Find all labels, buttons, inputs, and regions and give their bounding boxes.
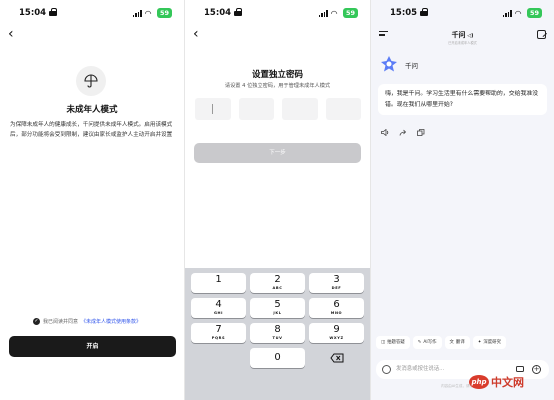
key-6[interactable]: 6 MNO: [309, 298, 364, 318]
lock-icon: [420, 7, 429, 16]
assistant-message: 嗨，我是千问。学习生活里有什么需要帮助的，交给我准没错。现在我们从哪里开始?: [378, 84, 547, 115]
key-blank: [191, 348, 246, 368]
assistant-name: 千问: [405, 62, 418, 70]
minor-mode-intro-screen: 15:04 ◠ 59 ‹ 未成年人模式 为保障未成年人的健康成长，千问提供未成年…: [0, 0, 184, 400]
next-step-button[interactable]: 下一步: [194, 143, 361, 163]
message-actions: [381, 121, 425, 140]
assistant-avatar: [380, 55, 398, 73]
page-subtitle: 请设置 4 位独立密码，用于管理未成年人模式: [224, 83, 331, 89]
share-icon[interactable]: [399, 121, 407, 140]
key-2[interactable]: 2 ABC: [250, 273, 305, 293]
speaker-icon[interactable]: [381, 121, 389, 140]
camera-icon: ◫: [381, 340, 386, 345]
chip-photo-qa[interactable]: ◫ 拍题答疑: [376, 336, 410, 349]
camera-icon[interactable]: [516, 366, 524, 372]
enable-button[interactable]: 开启: [9, 336, 176, 357]
pin-digit-4[interactable]: [325, 98, 361, 120]
wifi-icon: ◠: [514, 8, 522, 18]
pin-digit-1[interactable]: [195, 98, 231, 120]
copy-icon[interactable]: [417, 121, 425, 140]
chat-screen: 15:05 ◠ 59 千问 ◁) 已开启未成年人模式 千问 嗨，我是千问。学习生…: [371, 0, 554, 400]
key-8[interactable]: 8 TUV: [250, 323, 305, 343]
status-time: 15:05: [390, 8, 418, 18]
pin-input-group[interactable]: [195, 98, 361, 120]
backspace-icon[interactable]: [309, 348, 364, 368]
checkbox-checked-icon[interactable]: ✓: [33, 318, 40, 325]
lock-icon: [234, 7, 243, 16]
terms-link[interactable]: 《未成年人模式使用条款》: [81, 318, 141, 325]
chat-title: 千问 ◁): [451, 31, 474, 39]
back-button[interactable]: ‹: [8, 27, 14, 41]
status-bar: 15:04 ◠ 59: [0, 6, 184, 20]
ai-disclaimer: 内容由AI生成，请仔细甄别: [440, 384, 485, 388]
battery-indicator: 59: [526, 8, 542, 18]
chat-subtitle: 已开启未成年人模式: [448, 41, 477, 45]
pin-digit-3[interactable]: [282, 98, 318, 120]
status-time: 15:04: [19, 8, 47, 18]
description-text: 为保障未成年人的健康成长，千问提供未成年人模式。启用该模式后，部分功能将会受到限…: [10, 122, 173, 138]
agreement-row[interactable]: ✓ 我已阅读并同意 《未成年人模式使用条款》: [33, 318, 141, 325]
key-1[interactable]: 1: [191, 273, 246, 293]
wifi-icon: ◠: [330, 8, 338, 18]
key-4[interactable]: 4 GHI: [191, 298, 246, 318]
lock-icon: [49, 7, 58, 16]
speaker-icon[interactable]: ◁): [466, 33, 473, 39]
pen-icon: ✎: [417, 340, 422, 345]
status-bar: 15:04 ◠ 59: [185, 6, 370, 20]
key-3[interactable]: 3 DEF: [309, 273, 364, 293]
page-title: 设置独立密码: [251, 70, 303, 80]
chip-translate[interactable]: 文翻译: [444, 336, 470, 349]
status-bar: 15:05 ◠ 59: [371, 6, 554, 20]
watermark: php 中文网: [469, 374, 524, 390]
input-placeholder: 发消息或按住说话...: [396, 366, 445, 372]
page-title: 未成年人模式: [66, 105, 118, 115]
signal-icon: [502, 9, 512, 17]
agreement-prefix: 我已阅读并同意: [43, 319, 79, 325]
key-0[interactable]: 0: [250, 348, 305, 368]
plus-icon[interactable]: +: [532, 365, 541, 374]
numeric-keypad: 1 2 ABC 3 DEF 4 GHI 5 JKL 6 MNO 7 PQRS 8 TUV 9W…: [185, 268, 370, 400]
pin-digit-2[interactable]: [238, 98, 274, 120]
back-button[interactable]: ‹: [193, 27, 199, 41]
watermark-text: 中文网: [491, 376, 524, 389]
set-password-screen: 15:04 ◠ 59 ‹ 设置独立密码 请设置 4 位独立密码，用于管理未成年人…: [185, 0, 370, 400]
quick-actions: ◫ 拍题答疑 ✎ AI写作 文翻译 ✦ 深度研究: [376, 336, 506, 349]
key-7[interactable]: 7 PQRS: [191, 323, 246, 343]
signal-icon: [132, 9, 142, 17]
key-9[interactable]: 9 WXYZ: [309, 323, 364, 343]
new-chat-icon[interactable]: [537, 30, 546, 39]
voice-icon[interactable]: [382, 365, 391, 374]
watermark-logo: php: [469, 375, 489, 389]
translate-icon: 文: [449, 340, 454, 345]
battery-indicator: 59: [156, 8, 172, 18]
wifi-icon: ◠: [144, 8, 152, 18]
spark-icon: ✦: [477, 340, 482, 345]
chip-ai-writing[interactable]: ✎ AI写作: [412, 336, 442, 349]
signal-icon: [318, 9, 328, 17]
status-time: 15:04: [204, 8, 232, 18]
key-5[interactable]: 5 JKL: [250, 298, 305, 318]
battery-indicator: 59: [342, 8, 358, 18]
umbrella-icon: [76, 66, 106, 96]
chip-deep-research[interactable]: ✦ 深度研究: [472, 336, 506, 349]
